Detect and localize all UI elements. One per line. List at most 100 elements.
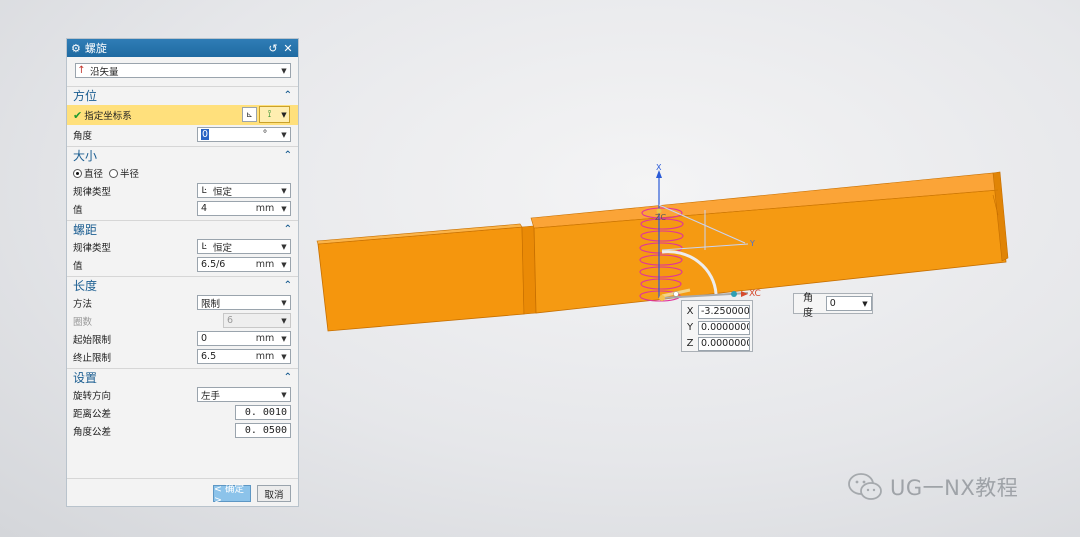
size-law-row: 规律类型 Ŀ 恒定 ▼	[67, 182, 298, 200]
start-limit-input[interactable]: 0 mm ▼	[197, 331, 291, 346]
end-limit-row: 终止限制 6.5 mm ▼	[67, 348, 298, 366]
reset-icon[interactable]: ↺	[267, 42, 279, 55]
section-length-title: 长度	[73, 279, 98, 293]
pitch-unit: mm	[255, 259, 275, 270]
section-orientation-header[interactable]: 方位 ⌃	[67, 86, 298, 104]
z-label: Z	[686, 338, 694, 349]
chevron-down-icon: ▼	[281, 110, 287, 119]
chevron-down-icon: ▼	[281, 298, 287, 307]
section-pitch-header[interactable]: 螺距 ⌃	[67, 220, 298, 238]
chevron-up-icon: ⌃	[283, 280, 292, 291]
end-limit-value: 6.5	[201, 351, 217, 362]
angle-input[interactable]: 0 ° ▼	[197, 127, 291, 142]
onscreen-angle-box: 角度 0 ▼	[793, 293, 873, 319]
wechat-icon	[848, 473, 882, 500]
csys-type-dropdown[interactable]: ⟟ ▼	[259, 106, 290, 123]
radio-radius[interactable]	[109, 168, 119, 178]
chevron-down-icon: ▼	[281, 334, 287, 343]
size-value: 4	[201, 203, 208, 214]
csys-axes-icon: ⟟	[267, 109, 272, 120]
turns-value: 6	[227, 315, 234, 326]
axis-label-zc: ZC	[655, 213, 666, 222]
helix-type-value: 沿矢量	[90, 66, 119, 78]
pitch-law-select[interactable]: Ŀ 恒定 ▼	[197, 239, 291, 254]
size-law-value: 恒定	[213, 186, 233, 198]
law-constant-icon: Ŀ	[201, 185, 207, 196]
start-limit-value: 0	[201, 333, 208, 344]
dist-tol-row: 距离公差 0. 0010	[67, 404, 298, 422]
size-law-select[interactable]: Ŀ 恒定 ▼	[197, 183, 291, 198]
section-settings-header[interactable]: 设置 ⌃	[67, 368, 298, 386]
radio-radius-label[interactable]: 半径	[120, 166, 139, 180]
axis-label-x: X	[656, 163, 662, 172]
coordinate-input-box: X -3.2500000 Y 0.0000000 Z 0.0000000	[681, 300, 753, 352]
pitch-value-label: 值	[73, 261, 83, 272]
onscreen-angle-value: 0	[829, 298, 836, 309]
chevron-up-icon: ⌃	[283, 150, 292, 161]
chevron-up-icon: ⌃	[283, 372, 292, 383]
chevron-down-icon: ▼	[281, 260, 287, 269]
length-method-value: 限制	[201, 298, 221, 310]
radio-diameter-label[interactable]: 直径	[84, 166, 103, 180]
start-limit-unit: mm	[255, 333, 275, 344]
angle-value: 0	[201, 129, 210, 140]
size-value-input[interactable]: 4 mm ▼	[197, 201, 291, 216]
specify-csys-row[interactable]: ✔ 指定坐标系 ⊾ ⟟ ▼	[67, 105, 298, 125]
chevron-down-icon: ▼	[281, 316, 287, 325]
helix-type-select[interactable]: ↑ 沿矢量 ▼	[75, 63, 291, 78]
angle-tol-input[interactable]: 0. 0500	[235, 423, 291, 438]
pitch-law-row: 规律类型 Ŀ 恒定 ▼	[67, 238, 298, 256]
chevron-down-icon: ▼	[281, 242, 287, 251]
chevron-down-icon: ▼	[862, 299, 868, 308]
z-coord-input[interactable]: 0.0000000	[698, 336, 750, 351]
start-limit-label: 起始限制	[73, 335, 112, 346]
y-label: Y	[686, 322, 694, 333]
dialog-title: 螺旋	[84, 42, 107, 55]
x-coord-input[interactable]: -3.2500000	[698, 304, 750, 319]
end-limit-input[interactable]: 6.5 mm ▼	[197, 349, 291, 364]
turns-row: 圈数 6 ▼	[67, 312, 298, 330]
pitch-law-value: 恒定	[213, 242, 233, 254]
section-length-header[interactable]: 长度 ⌃	[67, 276, 298, 294]
cancel-button[interactable]: 取消	[257, 485, 291, 502]
ok-button[interactable]: < 确定 >	[213, 484, 251, 506]
size-value-row: 值 4 mm ▼	[67, 200, 298, 218]
turns-input: 6 ▼	[223, 313, 291, 328]
chevron-down-icon: ▼	[281, 66, 287, 75]
csys-dialog-icon[interactable]: ⊾	[242, 107, 257, 122]
dialog-titlebar[interactable]: ⚙ 螺旋 ↺ ✕	[67, 39, 298, 57]
rotation-value: 左手	[201, 390, 221, 402]
footer-divider	[67, 478, 298, 479]
dist-tol-input[interactable]: 0. 0010	[235, 405, 291, 420]
chevron-up-icon: ⌃	[283, 90, 292, 101]
chevron-down-icon: ▼	[281, 186, 287, 195]
radio-diameter[interactable]	[73, 168, 82, 178]
chevron-down-icon: ▼	[281, 352, 287, 361]
pitch-law-label: 规律类型	[73, 243, 112, 254]
helix-dialog: ⚙ 螺旋 ↺ ✕ ↑ 沿矢量 ▼ 方位 ⌃ ✔ 指定坐标系 ⊾ ⟟ ▼ 角度 0…	[66, 38, 299, 507]
chevron-up-icon: ⌃	[283, 224, 292, 235]
size-law-label: 规律类型	[73, 187, 112, 198]
close-icon[interactable]: ✕	[282, 42, 294, 55]
length-method-select[interactable]: 限制 ▼	[197, 295, 291, 310]
pitch-value: 6.5/6	[201, 259, 226, 270]
angle-label: 角度	[73, 131, 93, 142]
section-orientation-title: 方位	[73, 89, 98, 103]
section-settings-title: 设置	[73, 371, 98, 385]
angle-tol-row: 角度公差 0. 0500	[67, 422, 298, 440]
watermark: UG一NX教程	[846, 472, 1018, 502]
rotation-select[interactable]: 左手 ▼	[197, 387, 291, 402]
y-coord-input[interactable]: 0.0000000	[698, 320, 750, 335]
chevron-down-icon: ▼	[281, 204, 287, 213]
onscreen-angle-input[interactable]: 0 ▼	[825, 296, 872, 311]
angle-tol-label: 角度公差	[73, 427, 112, 438]
angle-unit: °	[262, 129, 268, 140]
pitch-value-row: 值 6.5/6 mm ▼	[67, 256, 298, 274]
section-size-header[interactable]: 大小 ⌃	[67, 146, 298, 164]
end-limit-unit: mm	[255, 351, 275, 362]
gear-icon: ⚙	[71, 41, 81, 55]
pitch-value-input[interactable]: 6.5/6 mm ▼	[197, 257, 291, 272]
rotation-row: 旋转方向 左手 ▼	[67, 386, 298, 404]
length-method-label: 方法	[73, 299, 93, 310]
specify-csys-label: 指定坐标系	[84, 111, 132, 122]
